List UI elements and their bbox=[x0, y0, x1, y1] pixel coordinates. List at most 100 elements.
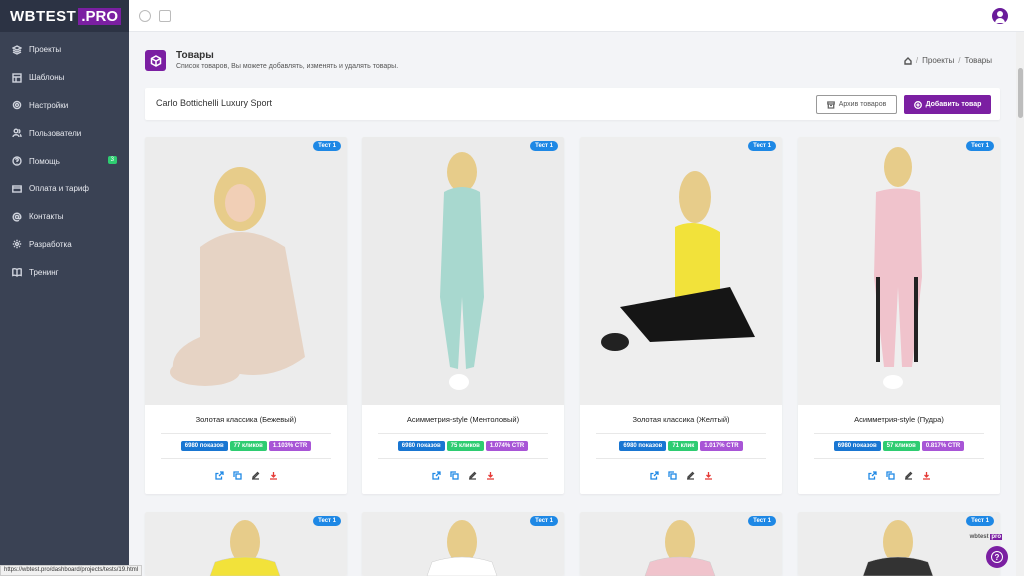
sidebar-item-projects[interactable]: Проекты bbox=[0, 36, 129, 64]
product-name: Асимметрия-style (Ментоловый) bbox=[406, 415, 520, 424]
sidebar-item-users[interactable]: Пользователи bbox=[0, 119, 129, 147]
add-product-button[interactable]: Добавить товар bbox=[904, 95, 991, 114]
product-card[interactable]: Тест 1 Золотая классика (Бежевый) 6980 п… bbox=[145, 137, 347, 494]
at-sign-icon bbox=[12, 212, 22, 222]
archive-label: Архив товаров bbox=[838, 101, 887, 108]
copy-icon[interactable] bbox=[449, 471, 459, 480]
product-card[interactable]: Тест 1 Золотая классика (Желтый) 6980 по… bbox=[580, 137, 782, 494]
home-icon[interactable] bbox=[904, 56, 912, 65]
product-card[interactable]: Тест 1 bbox=[580, 512, 782, 576]
product-stats: 6980 показов 57 кликов 0.817% CTR bbox=[798, 434, 1000, 458]
sidebar-item-help[interactable]: Помощь 3 bbox=[0, 147, 129, 175]
product-photo[interactable]: Тест 1 bbox=[362, 137, 564, 405]
open-link-icon[interactable] bbox=[431, 471, 441, 480]
help-button[interactable]: ? bbox=[986, 546, 1008, 568]
ctr-badge: 1.017% CTR bbox=[700, 441, 743, 451]
product-actions bbox=[145, 459, 347, 494]
product-photo[interactable]: Тест 1 bbox=[145, 512, 347, 576]
open-link-icon[interactable] bbox=[867, 471, 877, 480]
add-product-label: Добавить товар bbox=[925, 101, 982, 108]
logo-pro: .PRO bbox=[78, 7, 122, 25]
breadcrumb-projects[interactable]: Проекты bbox=[922, 56, 954, 65]
project-toolbar: Carlo Bottichelli Luxury Sport Архив тов… bbox=[145, 88, 1000, 120]
product-stats: 6980 показов 77 кликов 1.103% CTR bbox=[145, 434, 347, 458]
edit-icon[interactable] bbox=[468, 471, 477, 480]
edit-icon[interactable] bbox=[251, 471, 260, 480]
product-photo[interactable]: Тест 1 bbox=[798, 512, 1000, 576]
product-name: Асимметрия-style (Пудра) bbox=[854, 415, 944, 424]
book-icon bbox=[12, 268, 22, 278]
test-tag: Тест 1 bbox=[966, 141, 994, 151]
product-stats: 6980 показов 71 клик 1.017% CTR bbox=[580, 434, 782, 458]
test-tag: Тест 1 bbox=[313, 516, 341, 526]
copy-icon[interactable] bbox=[232, 471, 242, 480]
page-subtitle: Список товаров, Вы можете добавлять, изм… bbox=[176, 63, 399, 70]
product-photo[interactable]: Тест 1 bbox=[580, 137, 782, 405]
sidebar-item-training[interactable]: Тренинг bbox=[0, 258, 129, 286]
status-url: https://wbtest.pro/dashboard/projects/te… bbox=[0, 565, 143, 576]
sidebar-item-billing[interactable]: Оплата и тариф bbox=[0, 175, 129, 203]
layers-icon bbox=[12, 45, 22, 55]
sidebar-item-templates[interactable]: Шаблоны bbox=[0, 64, 129, 92]
product-card[interactable]: Тест 1 bbox=[798, 512, 1000, 576]
product-photo[interactable]: Тест 1 bbox=[362, 512, 564, 576]
watermark-text: wbtest bbox=[969, 534, 989, 540]
archive-icon bbox=[826, 100, 835, 109]
sidebar-item-label: Проекты bbox=[29, 45, 62, 55]
scrollbar[interactable] bbox=[1016, 32, 1024, 576]
breadcrumb-separator: / bbox=[915, 56, 919, 65]
edit-icon[interactable] bbox=[904, 471, 913, 480]
sidebar-item-label: Шаблоны bbox=[29, 73, 65, 83]
product-photo-figure bbox=[874, 147, 922, 389]
product-name: Золотая классика (Бежевый) bbox=[195, 415, 297, 424]
product-name: Золотая классика (Желтый) bbox=[632, 415, 730, 424]
copy-icon[interactable] bbox=[885, 471, 895, 480]
download-icon[interactable] bbox=[486, 471, 495, 480]
theme-toggle-icon[interactable] bbox=[139, 10, 151, 22]
sidebar: WBTEST .PRO Проекты Шаблоны Настройки По… bbox=[0, 0, 129, 576]
download-icon[interactable] bbox=[922, 471, 931, 480]
page-header: Товары Список товаров, Вы можете добавля… bbox=[145, 48, 1000, 78]
product-photo[interactable]: Тест 1 bbox=[580, 512, 782, 576]
product-stats: 6980 показов 75 кликов 1.074% CTR bbox=[362, 434, 564, 458]
layout-icon bbox=[12, 72, 22, 83]
clicks-badge: 77 кликов bbox=[229, 441, 267, 451]
product-actions bbox=[798, 459, 1000, 494]
sidebar-item-label: Пользователи bbox=[29, 128, 82, 138]
fullscreen-icon[interactable] bbox=[159, 10, 171, 22]
product-photo-figure bbox=[170, 167, 305, 386]
topbar bbox=[129, 0, 1024, 32]
test-tag: Тест 1 bbox=[530, 516, 558, 526]
product-card[interactable]: Тест 1 bbox=[362, 512, 564, 576]
scrollbar-thumb[interactable] bbox=[1018, 68, 1023, 118]
sidebar-nav: Проекты Шаблоны Настройки Пользователи П… bbox=[0, 32, 129, 286]
views-badge: 6980 показов bbox=[833, 441, 881, 451]
archive-button[interactable]: Архив товаров bbox=[816, 95, 897, 114]
sidebar-item-contacts[interactable]: Контакты bbox=[0, 203, 129, 231]
box-icon bbox=[145, 50, 166, 71]
product-card[interactable]: Тест 1 Асимметрия-style (Пудра) 6980 пок… bbox=[798, 137, 1000, 494]
product-card[interactable]: Тест 1 Асимметрия-style (Ментоловый) 698… bbox=[362, 137, 564, 494]
product-photo[interactable]: Тест 1 bbox=[798, 137, 1000, 405]
sidebar-item-settings[interactable]: Настройки bbox=[0, 92, 129, 120]
test-tag: Тест 1 bbox=[530, 141, 558, 151]
open-link-icon[interactable] bbox=[649, 471, 659, 480]
product-photo-figure bbox=[440, 152, 484, 390]
download-icon[interactable] bbox=[704, 471, 713, 480]
clicks-badge: 71 клик bbox=[668, 441, 699, 451]
edit-icon[interactable] bbox=[686, 471, 695, 480]
product-actions bbox=[580, 459, 782, 494]
logo[interactable]: WBTEST .PRO bbox=[0, 0, 129, 32]
sidebar-item-label: Оплата и тариф bbox=[29, 184, 89, 194]
open-link-icon[interactable] bbox=[214, 471, 224, 480]
watermark: wbtest pro bbox=[970, 534, 1002, 540]
download-icon[interactable] bbox=[269, 471, 278, 480]
help-badge: 3 bbox=[107, 156, 117, 165]
avatar[interactable] bbox=[992, 8, 1008, 24]
product-photo[interactable]: Тест 1 bbox=[145, 137, 347, 405]
breadcrumb-separator: / bbox=[958, 56, 961, 65]
sidebar-item-development[interactable]: Разработка bbox=[0, 231, 129, 259]
copy-icon[interactable] bbox=[667, 471, 677, 480]
product-card[interactable]: Тест 1 bbox=[145, 512, 347, 576]
credit-card-icon bbox=[12, 185, 22, 193]
